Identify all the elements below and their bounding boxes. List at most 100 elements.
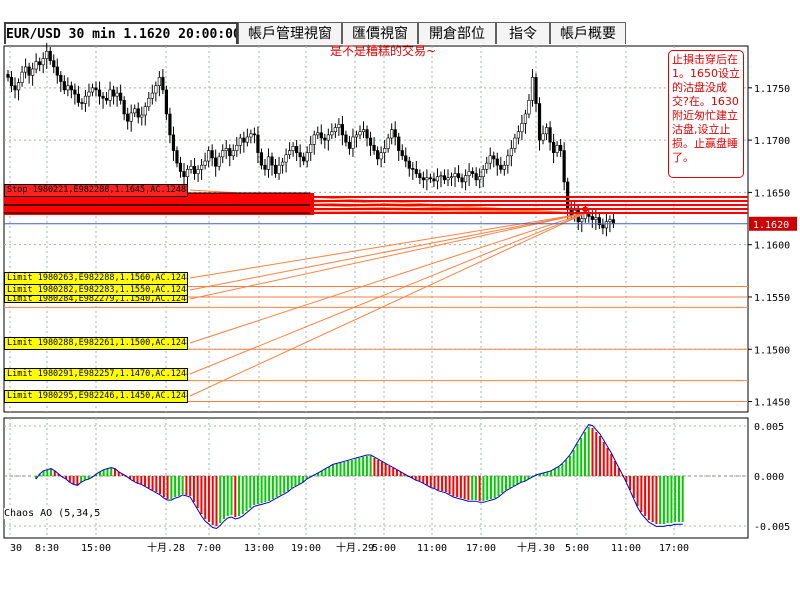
ao-bar xyxy=(50,469,53,476)
ao-bar xyxy=(343,462,346,476)
candle xyxy=(442,175,447,181)
ao-bar xyxy=(561,464,564,476)
candle xyxy=(604,221,608,229)
ao-bar xyxy=(279,476,282,495)
candle xyxy=(23,66,28,73)
y-tick-label: 1.1450 xyxy=(754,398,790,409)
candle xyxy=(126,113,130,122)
candle xyxy=(372,145,376,151)
ao-bar xyxy=(46,470,49,476)
candle xyxy=(168,113,172,136)
candle xyxy=(266,156,271,170)
ao-bar xyxy=(580,438,583,476)
ao-bar xyxy=(674,476,677,522)
limit-order-label[interactable]: Limit 1980288,E982261,1.1500,AC.124816 xyxy=(4,337,188,350)
ao-bar xyxy=(651,476,654,522)
candle xyxy=(463,175,468,183)
ao-bar xyxy=(467,476,470,500)
ao-bar xyxy=(501,476,504,493)
candle xyxy=(221,150,225,158)
stop-order-label[interactable]: Stop 1980221,E982288,1.1645,AC.124816 xyxy=(4,184,188,197)
y-tick-label: 1.1750 xyxy=(754,84,790,95)
candle xyxy=(171,134,176,151)
candle xyxy=(548,127,552,143)
ao-bar xyxy=(610,454,613,476)
candle xyxy=(175,150,179,164)
ao-bar xyxy=(350,460,353,476)
candle xyxy=(534,77,538,104)
candle xyxy=(90,87,95,93)
ao-bar xyxy=(441,476,444,491)
candle xyxy=(347,141,352,149)
candle xyxy=(129,112,133,122)
candle xyxy=(309,143,313,153)
ao-bar xyxy=(591,428,594,476)
candle xyxy=(94,87,98,91)
ao-bar xyxy=(595,432,598,476)
candle xyxy=(432,178,436,182)
ao-bar xyxy=(516,476,519,484)
candle xyxy=(351,136,355,149)
ao-bar xyxy=(181,476,184,494)
candle xyxy=(580,218,584,222)
ao-bar xyxy=(568,456,571,476)
ao-bar xyxy=(508,476,511,488)
candle xyxy=(379,152,383,160)
candle xyxy=(337,124,341,128)
candle xyxy=(55,66,59,76)
ao-tick-label: -0.005 xyxy=(754,522,790,533)
ao-bar xyxy=(136,476,139,483)
ao-bar xyxy=(106,469,109,476)
candle xyxy=(298,152,302,158)
y-tick-label: 1.1500 xyxy=(754,345,790,356)
candle xyxy=(407,160,411,169)
x-tick-label: 17:00 xyxy=(659,543,689,554)
candle xyxy=(446,177,450,181)
limit-order-label[interactable]: Limit 1980284,E982279,1.1540,AC.124816 xyxy=(4,295,188,303)
ao-bar xyxy=(456,476,459,497)
ao-bar xyxy=(192,476,195,502)
candle xyxy=(330,131,334,136)
ao-bar xyxy=(256,476,259,504)
ao-bar xyxy=(433,476,436,488)
candle xyxy=(189,165,193,170)
candle xyxy=(509,148,513,157)
ao-bar xyxy=(565,460,568,476)
ao-bar xyxy=(512,476,515,486)
candle xyxy=(562,150,566,183)
ao-bar xyxy=(298,476,301,484)
ao-bar xyxy=(546,472,549,476)
candle xyxy=(69,85,73,91)
candle xyxy=(150,92,154,99)
current-price-label: 1.1620 xyxy=(753,220,789,231)
ao-bar xyxy=(418,476,421,481)
candle xyxy=(224,148,228,151)
ao-bar xyxy=(189,476,192,496)
candle xyxy=(235,145,239,151)
candle xyxy=(252,133,257,136)
candle xyxy=(590,216,594,220)
limit-order-label[interactable]: Limit 1980295,E982246,1.1450,AC.124816 xyxy=(4,390,188,403)
ao-bar xyxy=(362,457,365,476)
candle xyxy=(284,154,288,163)
candle xyxy=(478,176,482,181)
candle xyxy=(80,102,84,104)
limit-order-label[interactable]: Limit 1980291,E982257,1.1470,AC.124816 xyxy=(4,368,188,381)
candle xyxy=(122,100,126,115)
ao-bar xyxy=(429,476,432,487)
candle xyxy=(485,162,489,170)
candle xyxy=(333,127,337,133)
x-tick-label: 5:00 xyxy=(372,543,396,554)
candle xyxy=(242,137,246,143)
candle xyxy=(365,129,369,139)
ao-bar xyxy=(144,476,147,486)
ao-bar xyxy=(677,476,680,522)
candle xyxy=(551,141,556,153)
ao-bar xyxy=(200,476,203,514)
ao-bar xyxy=(294,476,297,486)
ao-bar xyxy=(275,476,278,497)
ao-bar xyxy=(226,476,229,516)
ao-bar xyxy=(369,456,372,476)
ao-bar xyxy=(113,469,116,476)
candle xyxy=(449,176,454,179)
